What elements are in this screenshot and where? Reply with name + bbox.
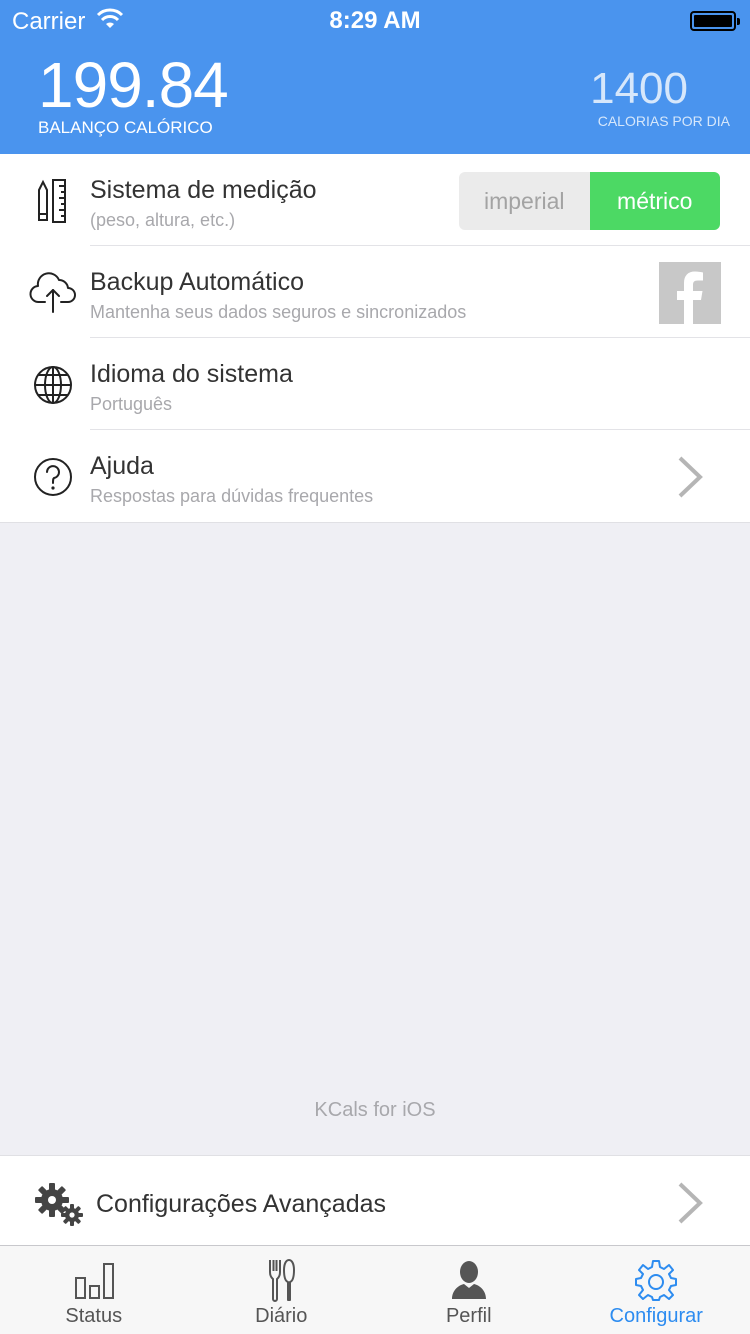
daily-calories-value: 1400 <box>590 64 688 113</box>
measurement-system-subtitle: (peso, altura, etc.) <box>90 210 236 230</box>
advanced-settings-row[interactable]: Configurações Avançadas <box>0 1155 750 1245</box>
system-language-row[interactable]: Idioma do sistema Português <box>0 338 750 430</box>
measurement-system-row: Sistema de medição (peso, altura, etc.) … <box>0 154 750 246</box>
person-icon <box>451 1261 486 1299</box>
auto-backup-subtitle: Mantenha seus dados seguros e sincroniza… <box>90 302 467 322</box>
chevron-right-icon[interactable] <box>672 1180 708 1226</box>
calorie-balance-label: BALANÇO CALÓRICO <box>38 118 213 137</box>
tab-label: Configurar <box>609 1305 703 1327</box>
tab-diary[interactable]: Diário <box>188 1246 376 1334</box>
tab-settings[interactable]: Configurar <box>563 1246 750 1334</box>
metric-option[interactable]: métrico <box>589 172 720 230</box>
status-time: 8:29 AM <box>329 7 421 34</box>
battery-icon <box>690 11 740 31</box>
measurement-segmented-control[interactable]: imperial métrico <box>459 172 720 230</box>
imperial-option[interactable]: imperial <box>459 172 590 230</box>
gear-icon <box>635 1260 678 1301</box>
tab-status[interactable]: Status <box>0 1246 188 1334</box>
bar-chart-icon <box>74 1263 114 1299</box>
app-footer-text: KCals for iOS <box>314 1099 436 1121</box>
question-icon <box>34 458 72 496</box>
header: Carrier 8:29 AM 199.84 BALANÇO CALÓRICO … <box>0 0 750 154</box>
gears-icon <box>35 1183 83 1226</box>
facebook-icon <box>677 271 703 324</box>
auto-backup-title: Backup Automático <box>90 268 305 296</box>
tab-label: Perfil <box>445 1305 492 1327</box>
tab-label: Diário <box>255 1305 308 1327</box>
tab-label: Status <box>65 1305 123 1327</box>
chevron-right-icon[interactable] <box>672 454 708 500</box>
help-subtitle: Respostas para dúvidas frequentes <box>90 486 374 506</box>
ruler-pencil-icon <box>38 179 66 223</box>
tab-profile[interactable]: Perfil <box>375 1246 563 1334</box>
system-language-title: Idioma do sistema <box>90 360 293 388</box>
calorie-balance-value: 199.84 <box>38 49 229 121</box>
cloud-upload-icon <box>29 272 76 313</box>
help-title: Ajuda <box>90 452 154 480</box>
fork-knife-icon <box>269 1259 296 1302</box>
measurement-system-title: Sistema de medição <box>90 176 317 204</box>
advanced-settings-label: Configurações Avançadas <box>96 1190 387 1218</box>
daily-calories-label: CALORIAS POR DIA <box>597 113 730 129</box>
status-bar: Carrier 8:29 AM <box>0 0 750 40</box>
system-language-value: Português <box>90 394 173 414</box>
tab-bar: Status Diário Perfil Configurar <box>0 1245 750 1334</box>
settings-list: Sistema de medição (peso, altura, etc.) … <box>0 154 750 523</box>
globe-icon <box>34 366 72 404</box>
auto-backup-row[interactable]: Backup Automático Mantenha seus dados se… <box>0 246 750 338</box>
facebook-button[interactable] <box>659 262 721 324</box>
help-row[interactable]: Ajuda Respostas para dúvidas frequentes <box>0 430 750 522</box>
